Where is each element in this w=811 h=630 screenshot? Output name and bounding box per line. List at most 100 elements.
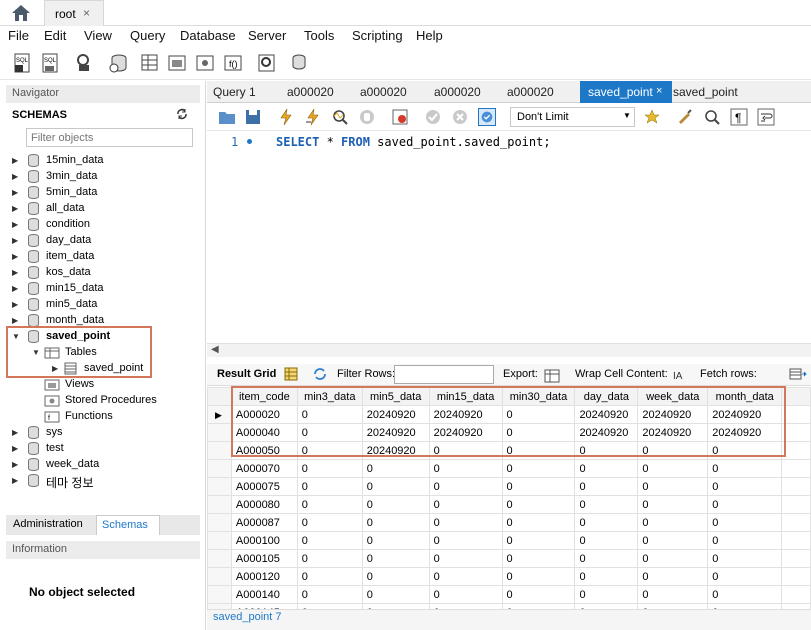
sql-editor[interactable]: 1 SELECT * FROM saved_point.saved_point; [207,131,811,343]
table-row[interactable]: A000075 0 0 0 0 0 0 0 [207,477,811,496]
find-replace-icon[interactable] [703,108,721,126]
row-header[interactable] [207,495,232,514]
table-cell[interactable]: 0 [637,495,709,514]
expand-arrow-icon[interactable]: ▶ [12,460,18,469]
tab-administration[interactable]: Administration [13,518,83,530]
table-cell[interactable]: 0 [361,531,430,550]
tab-saved-point-active[interactable]: saved_point × [580,81,672,103]
schema-sys[interactable]: ▶ sys [0,425,206,441]
schema-week-data[interactable]: ▶ week_data [0,457,206,473]
execute-icon[interactable] [277,108,295,126]
row-header[interactable] [207,567,232,586]
open-folder-icon[interactable] [218,108,236,126]
close-icon[interactable]: × [83,6,90,20]
table-cell[interactable]: 0 [296,513,363,532]
table-cell[interactable]: 0 [707,549,783,568]
table-cell[interactable]: 0 [707,477,783,496]
table-cell[interactable]: 0 [428,549,503,568]
table-cell[interactable]: 0 [501,459,576,478]
table-cell[interactable]: 0 [574,495,639,514]
wrap-cell-icon[interactable]: IA [671,368,685,382]
table-cell[interactable]: 0 [501,585,576,604]
schema-theme-info[interactable]: ▶ 테마 정보 [0,473,206,490]
filter-rows-input[interactable] [394,365,494,384]
table-cell[interactable]: 0 [361,513,430,532]
execute-current-icon[interactable] [304,108,322,126]
schema-5min-data[interactable]: ▶ 5min_data [0,185,206,201]
table-cell[interactable]: 0 [428,513,503,532]
table-cell[interactable]: 0 [637,567,709,586]
schema-min15-data[interactable]: ▶ min15_data [0,281,206,297]
tab-saved-point[interactable]: saved_point [673,85,738,99]
connection-tab-root[interactable]: root × [44,0,104,27]
refresh-icon[interactable] [313,367,327,381]
table-cell[interactable]: 0 [428,531,503,550]
expand-arrow-icon[interactable]: ▶ [12,268,18,277]
expand-arrow-icon[interactable]: ▶ [12,300,18,309]
open-sql-file-icon[interactable]: SQL [40,52,62,74]
table-row[interactable]: A000105 0 0 0 0 0 0 0 [207,549,811,568]
schema-3min-data[interactable]: ▶ 3min_data [0,169,206,185]
create-procedure-icon[interactable] [194,52,216,74]
tab-a000020[interactable]: a000020 [434,85,481,99]
menu-tools[interactable]: Tools [304,28,334,43]
functions-node[interactable]: f Functions [0,409,206,425]
fetch-next-icon[interactable] [789,367,807,381]
table-cell[interactable]: A000140 [230,585,298,604]
table-cell[interactable]: 0 [296,495,363,514]
table-cell[interactable]: 0 [296,477,363,496]
table-cell[interactable]: 0 [296,531,363,550]
table-cell[interactable]: 0 [428,567,503,586]
menu-file[interactable]: File [8,28,29,43]
table-cell[interactable]: 0 [428,495,503,514]
table-cell[interactable]: 0 [574,585,639,604]
inspector-icon[interactable] [74,52,96,74]
table-row[interactable]: A000080 0 0 0 0 0 0 0 [207,495,811,514]
tab-a000020[interactable]: a000020 [507,85,554,99]
table-row[interactable]: A000070 0 0 0 0 0 0 0 [207,459,811,478]
table-cell[interactable]: A000120 [230,567,298,586]
menu-database[interactable]: Database [180,28,236,43]
table-cell[interactable]: 0 [707,513,783,532]
table-cell[interactable]: 0 [574,513,639,532]
menu-query[interactable]: Query [130,28,165,43]
table-cell[interactable]: 0 [574,531,639,550]
row-header[interactable] [207,549,232,568]
schema-kos-data[interactable]: ▶ kos_data [0,265,206,281]
table-cell[interactable]: 0 [428,585,503,604]
search-table-data-icon[interactable] [256,52,278,74]
table-row[interactable]: A000087 0 0 0 0 0 0 0 [207,513,811,532]
filter-objects-input[interactable] [26,128,193,147]
table-cell[interactable]: 0 [707,531,783,550]
menu-scripting[interactable]: Scripting [352,28,403,43]
table-cell[interactable]: 0 [501,495,576,514]
tab-schemas[interactable]: Schemas [96,515,160,535]
table-cell[interactable]: 0 [637,513,709,532]
table-cell[interactable]: 0 [637,477,709,496]
table-row[interactable]: A000100 0 0 0 0 0 0 0 [207,531,811,550]
expand-arrow-icon[interactable]: ▶ [12,172,18,181]
row-header[interactable] [207,459,232,478]
schema-all-data[interactable]: ▶ all_data [0,201,206,217]
table-cell[interactable]: A000100 [230,531,298,550]
rollback-icon[interactable] [451,108,469,126]
expand-arrow-icon[interactable]: ▶ [12,188,18,197]
expand-arrow-icon[interactable]: ▶ [12,284,18,293]
table-cell[interactable]: 0 [501,567,576,586]
table-cell[interactable]: 0 [707,495,783,514]
horizontal-scrollbar[interactable]: ◀ [207,343,811,357]
menu-server[interactable]: Server [248,28,286,43]
create-schema-icon[interactable] [108,52,130,74]
row-header[interactable] [207,423,232,442]
reconnect-icon[interactable] [288,52,310,74]
table-cell[interactable]: 0 [637,459,709,478]
schema-day-data[interactable]: ▶ day_data [0,233,206,249]
table-cell[interactable]: 0 [574,459,639,478]
commit-icon[interactable] [424,108,442,126]
table-cell[interactable]: 0 [361,567,430,586]
grid-layout-icon[interactable] [284,367,298,381]
refresh-icon[interactable] [176,108,188,120]
scroll-left-icon[interactable]: ◀ [211,344,219,355]
tab-a000020[interactable]: a000020 [287,85,334,99]
result-tab-saved-point-7[interactable]: saved_point 7 [213,611,282,623]
